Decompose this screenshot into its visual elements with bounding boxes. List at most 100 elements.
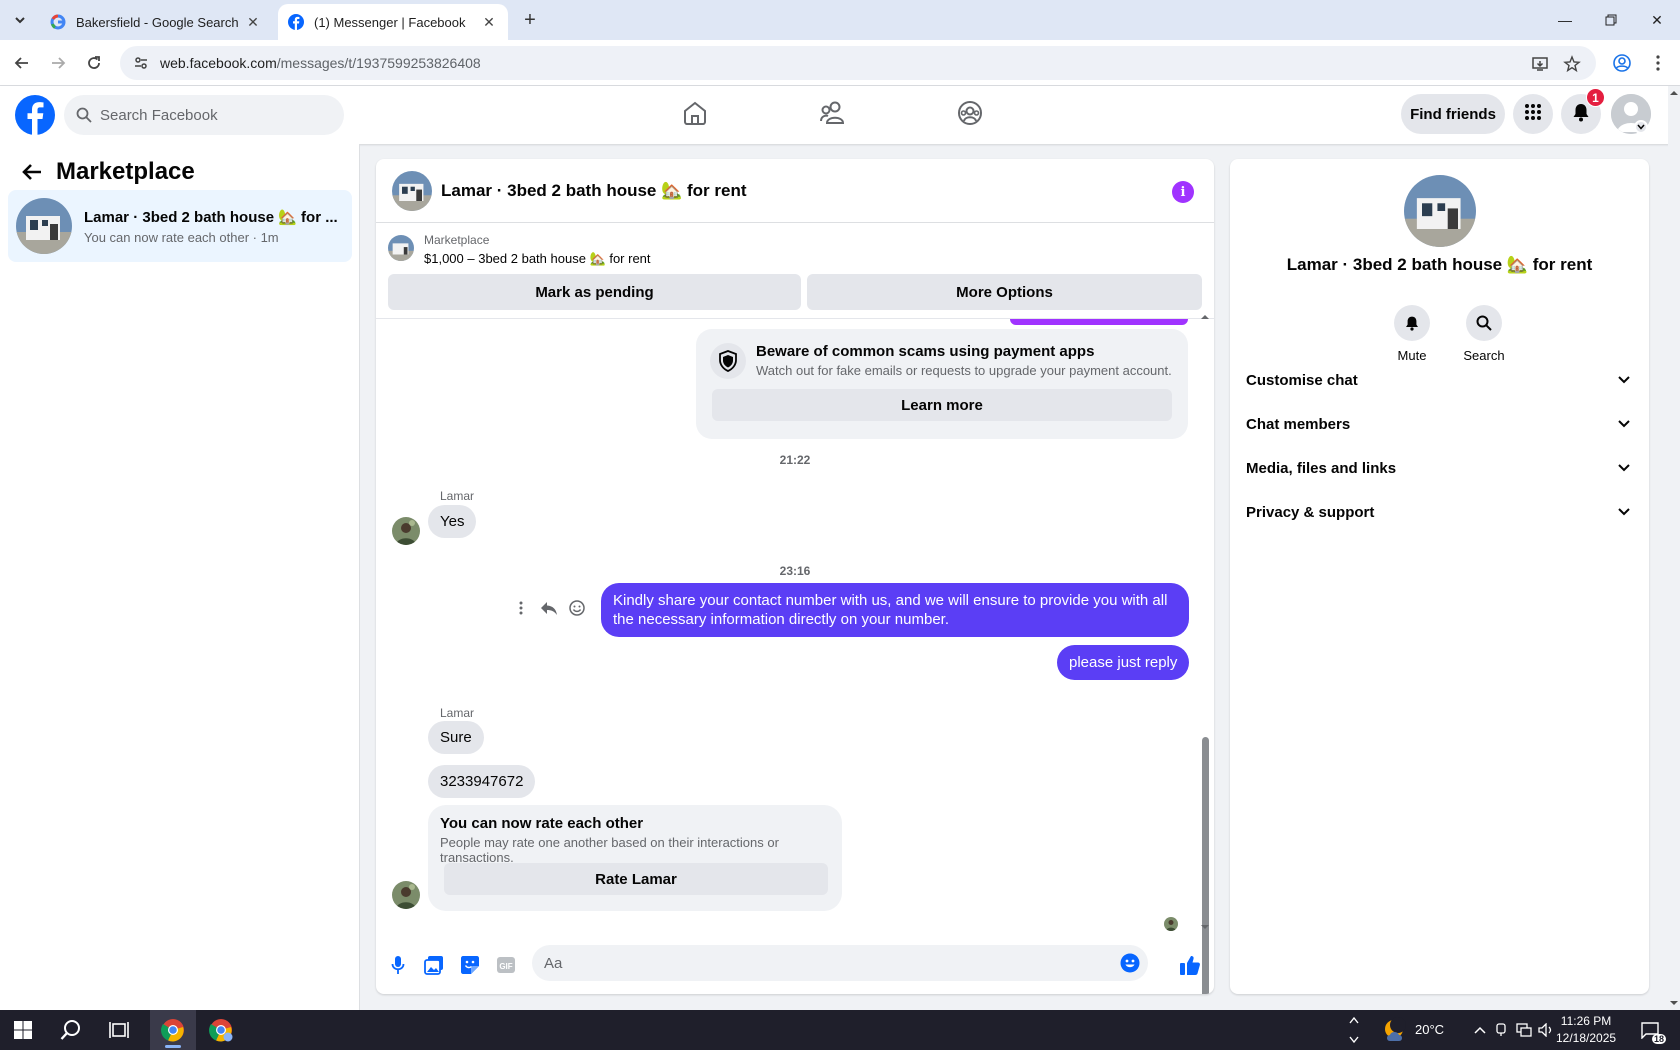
home-nav-button[interactable]	[640, 86, 750, 144]
find-friends-button[interactable]: Find friends	[1401, 94, 1505, 134]
lamar-avatar[interactable]	[392, 881, 420, 909]
chevron-down-icon	[1614, 370, 1634, 390]
bookmark-star-icon[interactable]	[1562, 54, 1582, 74]
gif-icon[interactable]: GIF	[494, 953, 518, 977]
listing-source: Marketplace	[424, 233, 490, 247]
system-clock[interactable]: 11:26 PM 12/18/2025	[1556, 1013, 1616, 1047]
tab-messenger[interactable]: (1) Messenger | Facebook ✕	[278, 4, 508, 40]
chat-scrollbar[interactable]	[1199, 313, 1211, 994]
incoming-message[interactable]: Sure	[428, 721, 484, 754]
friends-nav-button[interactable]	[778, 86, 888, 144]
browser-tab-bar: Bakersfield - Google Search ✕ (1) Messen…	[0, 0, 1680, 40]
sticker-icon[interactable]	[458, 953, 482, 977]
chat-pane: Lamar · 3bed 2 bath house 🏡 for rent i M…	[376, 159, 1214, 994]
photo-icon[interactable]	[422, 953, 446, 977]
omnibox-actions	[1530, 54, 1582, 74]
search-in-chat-button[interactable]: Search	[1454, 305, 1514, 363]
notification-center-icon[interactable]: 18	[1630, 1010, 1670, 1050]
chat-members-row[interactable]: Chat members	[1246, 404, 1634, 444]
window-controls: — ✕	[1542, 0, 1680, 40]
minimize-icon[interactable]: —	[1542, 0, 1588, 40]
incoming-message[interactable]: Yes	[428, 505, 477, 538]
message-input[interactable]: Aa	[532, 945, 1148, 981]
new-tab-button[interactable]: +	[518, 8, 542, 32]
back-arrow-icon[interactable]	[20, 160, 44, 184]
message-thread: Beware of common scams using payment app…	[376, 319, 1214, 994]
temperature-text[interactable]: 20°C	[1415, 1022, 1444, 1037]
sender-name: Lamar	[440, 489, 475, 503]
restore-icon[interactable]	[1588, 0, 1634, 40]
tab-google-search[interactable]: Bakersfield - Google Search ✕	[40, 4, 272, 40]
groups-nav-button[interactable]	[915, 86, 1025, 144]
emoji-icon[interactable]	[1120, 953, 1140, 973]
taskbar-scroll-icon[interactable]	[1346, 1010, 1362, 1050]
network-icon[interactable]	[1514, 1010, 1534, 1050]
show-hidden-icons-icon[interactable]	[1468, 1010, 1492, 1050]
listing-thumbnail[interactable]	[1404, 175, 1476, 247]
outgoing-message[interactable]: please just reply	[1057, 645, 1190, 680]
facebook-logo-icon[interactable]	[15, 95, 55, 135]
clock-date: 12/18/2025	[1556, 1031, 1617, 1045]
notification-badge: 1	[1586, 88, 1605, 107]
learn-more-button[interactable]: Learn more	[712, 389, 1172, 421]
meet-now-icon[interactable]	[1492, 1010, 1512, 1050]
media-files-links-row[interactable]: Media, files and links	[1246, 448, 1634, 488]
browser-menu-icon[interactable]	[1646, 51, 1670, 75]
page-scrollbar[interactable]	[1668, 86, 1680, 1010]
window-close-icon[interactable]: ✕	[1634, 0, 1680, 40]
forward-arrow-icon[interactable]	[44, 49, 72, 77]
customise-chat-row[interactable]: Customise chat	[1246, 360, 1634, 400]
incoming-message[interactable]: 3233947672	[428, 765, 536, 798]
windows-start-icon[interactable]	[0, 1010, 46, 1050]
mark-as-pending-button[interactable]: Mark as pending	[388, 274, 801, 310]
rate-card-title: You can now rate each other	[440, 815, 644, 832]
install-app-icon[interactable]	[1530, 54, 1550, 74]
message-placeholder: Aa	[544, 954, 563, 972]
chat-thumbnail[interactable]	[392, 170, 432, 211]
weather-icon[interactable]	[1378, 1010, 1412, 1050]
rate-lamar-button[interactable]: Rate Lamar	[444, 863, 828, 895]
reload-icon[interactable]	[80, 49, 108, 77]
google-icon	[50, 14, 66, 30]
message-composer: GIF Aa	[376, 939, 1214, 994]
clock-time: 11:26 PM	[1560, 1014, 1612, 1028]
facebook-search-input[interactable]: Search Facebook	[64, 95, 344, 135]
reply-icon[interactable]	[540, 599, 558, 617]
task-view-icon[interactable]	[96, 1010, 142, 1050]
mute-button[interactable]: Mute	[1382, 305, 1442, 363]
more-options-button[interactable]: More Options	[807, 274, 1202, 310]
browser-profile-icon[interactable]	[1610, 51, 1634, 75]
svg-text:GIF: GIF	[499, 962, 512, 971]
conversation-list-pane: Marketplace Lamar · 3bed 2 bath house 🏡 …	[0, 144, 360, 1010]
info-icon[interactable]: i	[1172, 181, 1194, 203]
privacy-support-row[interactable]: Privacy & support	[1246, 492, 1634, 532]
conversation-item[interactable]: Lamar · 3bed 2 bath house 🏡 for ... You …	[8, 190, 352, 262]
more-vertical-icon[interactable]	[512, 599, 530, 617]
close-icon[interactable]: ✕	[480, 13, 498, 31]
outgoing-message[interactable]: Kindly share your contact number with us…	[601, 583, 1189, 637]
info-title: Lamar · 3bed 2 bath house 🏡 for rent	[1286, 255, 1593, 274]
react-emoji-icon[interactable]	[568, 599, 586, 617]
thumbs-up-icon[interactable]	[1178, 953, 1202, 977]
chrome-taskbar-icon[interactable]	[150, 1010, 196, 1050]
close-icon[interactable]: ✕	[244, 13, 262, 31]
lamar-avatar[interactable]	[392, 517, 420, 545]
chat-title[interactable]: Lamar · 3bed 2 bath house 🏡 for rent	[441, 181, 747, 201]
listing-thumbnail[interactable]	[388, 235, 414, 261]
taskbar-search-icon[interactable]	[48, 1010, 94, 1050]
listing-text[interactable]: $1,000 – 3bed 2 bath house 🏡 for rent	[424, 251, 651, 267]
chevron-down-icon	[1614, 414, 1634, 434]
volume-icon[interactable]	[1536, 1010, 1556, 1050]
facebook-header: Search Facebook Find friends 1	[0, 86, 1680, 144]
search-placeholder: Search Facebook	[100, 106, 218, 124]
menu-grid-button[interactable]	[1513, 94, 1553, 134]
back-arrow-icon[interactable]	[8, 49, 36, 77]
site-info-icon[interactable]	[132, 54, 150, 72]
chrome-profile-taskbar-icon[interactable]	[198, 1010, 244, 1050]
account-chevron-icon[interactable]	[1634, 120, 1648, 134]
chevron-down-icon	[1614, 502, 1634, 522]
tab-search-chevron-icon[interactable]	[6, 6, 34, 34]
groups-icon	[957, 100, 983, 130]
address-bar[interactable]: web.facebook.com/messages/t/193759925382…	[120, 46, 1596, 80]
microphone-icon[interactable]	[386, 953, 410, 977]
